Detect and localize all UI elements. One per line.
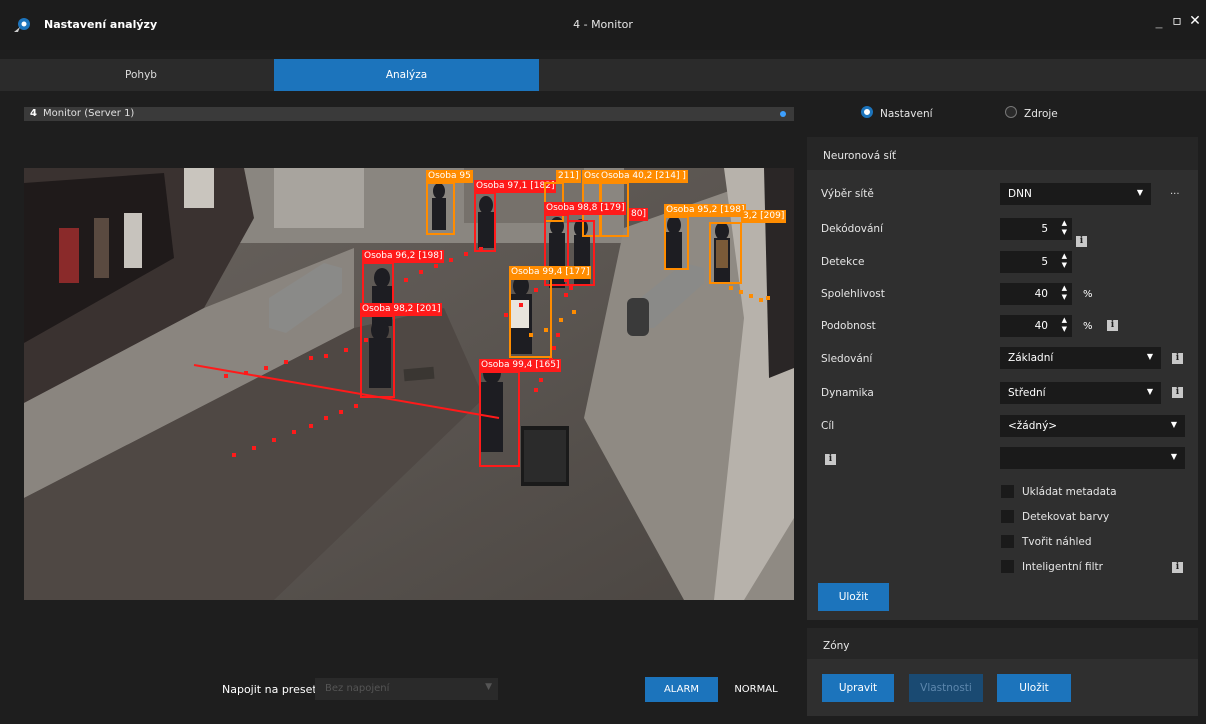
info-icon[interactable]: i <box>1172 387 1183 398</box>
target-select[interactable]: <žádný> ▼ <box>1000 415 1185 437</box>
reliability-spinner[interactable]: 40 ▲ ▼ <box>1000 283 1072 305</box>
similarity-label: Podobnost <box>821 320 876 332</box>
info-icon[interactable]: i <box>1107 320 1118 331</box>
detection-box[interactable]: Osoba 95,2 [198] <box>664 204 747 270</box>
radio-nastaveni[interactable] <box>861 106 873 118</box>
network-select[interactable]: DNN ▼ <box>1000 183 1151 205</box>
detection-box[interactable]: Osoba 97,1 [182] <box>474 180 557 252</box>
network-more-button[interactable]: ... <box>1170 186 1180 197</box>
chevron-down-icon: ▼ <box>1146 352 1153 361</box>
spinner-arrows-icon[interactable]: ▲ ▼ <box>1062 284 1067 302</box>
radio-zdroje[interactable] <box>1005 106 1017 118</box>
detection-spinner[interactable]: 5 ▲ ▼ <box>1000 251 1072 273</box>
target-label: Cíl <box>821 420 835 432</box>
network-label: Výběr sítě <box>821 188 874 200</box>
dynamics-label: Dynamika <box>821 387 874 399</box>
radio-zdroje-label: Zdroje <box>1024 108 1058 120</box>
checkbox-intelligent-filter[interactable] <box>1001 560 1014 573</box>
detection-box[interactable]: Osoba 98,2 [201] <box>360 303 443 398</box>
preset-label: Napojit na preset <box>222 683 317 696</box>
detection-label: 3,2 [209] <box>741 210 787 223</box>
detection-box[interactable]: Osoba 99,4 [177] <box>509 266 592 358</box>
zones-properties-button[interactable]: Vlastnosti <box>909 674 983 702</box>
zones-header <box>807 628 1198 659</box>
info-icon[interactable]: i <box>825 454 836 465</box>
tracking-select[interactable]: Základní ▼ <box>1000 347 1161 369</box>
detection-box[interactable]: Osoba 99,4 [165] <box>479 359 562 467</box>
decoding-spinner[interactable]: 5 ▲ ▼ <box>1000 218 1072 240</box>
detection-label: Osoba 99,4 [177] <box>509 266 592 279</box>
chevron-down-icon: ▼ <box>1170 420 1177 429</box>
checkbox-save-metadata-label: Ukládat metadata <box>1022 486 1117 498</box>
decoding-value: 5 <box>1041 223 1048 235</box>
detection-label: 80] <box>629 208 648 221</box>
checkbox-create-preview-label: Tvořit náhled <box>1022 536 1092 548</box>
extra-select[interactable]: ▼ <box>1000 447 1185 469</box>
close-button[interactable]: ✕ <box>1186 13 1204 29</box>
camera-video-view[interactable]: Osoba 95 Osoba 97,1 [182] 211] Osc Osoba… <box>24 168 794 600</box>
chevron-down-icon: ▼ <box>485 682 492 692</box>
info-icon[interactable]: i <box>1076 236 1087 247</box>
radio-nastaveni-label: Nastavení <box>880 108 933 120</box>
alarm-button[interactable]: ALARM <box>645 677 718 702</box>
window-title: 4 - Monitor <box>573 18 633 31</box>
spinner-arrows-icon[interactable]: ▲ ▼ <box>1062 219 1067 237</box>
detection-label: 211] <box>556 170 581 183</box>
detection-value: 5 <box>1041 256 1048 268</box>
target-value: <žádný> <box>1008 420 1058 432</box>
zones-save-button[interactable]: Uložit <box>997 674 1071 702</box>
detection-label-field: Detekce <box>821 256 865 268</box>
similarity-value: 40 <box>1034 320 1048 332</box>
monitor-status-dot <box>780 111 786 117</box>
dynamics-value: Střední <box>1008 387 1046 399</box>
network-value: DNN <box>1008 188 1032 200</box>
spinner-arrows-icon[interactable]: ▲ ▼ <box>1062 252 1067 270</box>
detection-label: Osoba 99,4 [165] <box>479 359 562 372</box>
similarity-spinner[interactable]: 40 ▲ ▼ <box>1000 315 1072 337</box>
checkbox-detect-colors-label: Detekovat barvy <box>1022 511 1110 523</box>
detection-box[interactable]: Osoba 95 <box>426 170 473 235</box>
detection-label: Osoba 40,2 [214] ] <box>599 170 688 183</box>
nn-save-button[interactable]: Uložit <box>818 583 889 611</box>
monitor-header: 4 Monitor (Server 1) <box>24 107 794 121</box>
preset-select[interactable]: Bez napojení ▼ <box>315 678 498 700</box>
tab-analyza[interactable]: Analýza <box>274 59 539 91</box>
monitor-number: 4 <box>30 108 37 119</box>
detection-label: Osoba 98,8 [179] <box>544 202 627 215</box>
detection-label: Osoba 96,2 [198] <box>362 250 445 263</box>
checkbox-intelligent-filter-label: Inteligentní filtr <box>1022 561 1103 573</box>
monitor-label: Monitor (Server 1) <box>43 108 135 119</box>
zones-edit-button[interactable]: Upravit <box>822 674 894 702</box>
detection-label: Osoba 95,2 [198] <box>664 204 747 217</box>
chevron-down-icon: ▼ <box>1170 452 1177 461</box>
reliability-label: Spolehlivost <box>821 288 885 300</box>
spinner-arrows-icon[interactable]: ▲ ▼ <box>1062 316 1067 334</box>
info-icon[interactable]: i <box>1172 353 1183 364</box>
tab-pohyb[interactable]: Pohyb <box>8 59 274 91</box>
zones-title: Zóny <box>823 640 850 652</box>
normal-button[interactable]: NORMAL <box>718 677 794 702</box>
info-icon[interactable]: i <box>1172 562 1183 573</box>
detection-box[interactable]: 3,2 [209] <box>709 210 787 284</box>
checkbox-detect-colors[interactable] <box>1001 510 1014 523</box>
similarity-unit: % <box>1083 321 1093 332</box>
tracking-label: Sledování <box>821 353 873 365</box>
chevron-down-icon: ▼ <box>1136 188 1143 197</box>
chevron-down-icon: ▼ <box>1146 387 1153 396</box>
detection-label: Osoba 98,2 [201] <box>360 303 443 316</box>
preset-value: Bez napojení <box>325 683 390 694</box>
neural-net-title: Neuronová síť <box>823 150 897 162</box>
decoding-label: Dekódování <box>821 223 883 235</box>
reliability-value: 40 <box>1034 288 1048 300</box>
dynamics-select[interactable]: Střední ▼ <box>1000 382 1161 404</box>
reliability-unit: % <box>1083 289 1093 300</box>
detection-label: Osoba 95 <box>426 170 473 183</box>
minimize-button[interactable]: _ <box>1150 13 1168 29</box>
checkbox-create-preview[interactable] <box>1001 535 1014 548</box>
maximize-button[interactable]: ▫ <box>1168 13 1186 29</box>
tracking-value: Základní <box>1008 352 1054 364</box>
checkbox-save-metadata[interactable] <box>1001 485 1014 498</box>
